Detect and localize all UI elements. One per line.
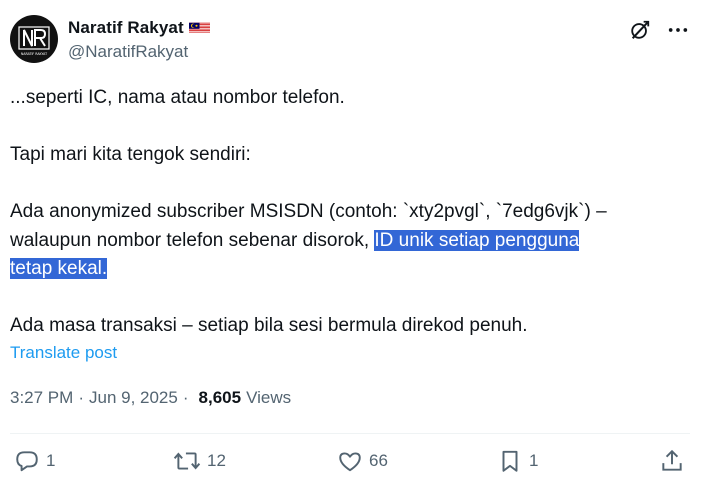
like-count: 66 [369,451,388,470]
display-name-row: Naratif Rakyat [68,17,210,39]
tweet-time[interactable]: 3:27 PM [10,388,73,408]
reply-count: 1 [46,451,56,470]
share-button[interactable] [659,445,685,477]
tweet-meta: 3:27 PM · Jun 9, 2025 · 8,605 Views [10,388,291,408]
bookmark-icon [502,450,518,472]
tweet-paragraph-4: Ada masa transaksi – setiap bila sesi be… [10,315,528,336]
meta-separator: · [78,388,84,407]
header-actions [628,18,690,42]
translate-post-link[interactable]: Translate post [10,343,117,363]
tweet: NARATIF RAKYAT Naratif Rakyat @NaratifRa… [0,0,701,486]
heart-icon [339,452,361,472]
views-count: 8,605 [198,388,242,407]
reply-button[interactable]: 1 [14,445,55,477]
selected-text-1: ID unik setiap pengguna [374,229,580,251]
more-options-icon[interactable] [666,18,690,42]
tweet-paragraph-2: Tapi mari kita tengok sendiri: [10,144,251,165]
malaysia-flag-icon [188,22,210,34]
selected-text-2: tetap kekal. [10,258,108,279]
tweet-date[interactable]: Jun 9, 2025 [89,388,178,408]
divider [10,433,690,434]
meta-separator: · [182,388,189,407]
tweet-header: NARATIF RAKYAT Naratif Rakyat @NaratifRa… [10,15,690,65]
share-icon [662,449,682,471]
reply-icon [16,451,38,472]
display-name[interactable]: Naratif Rakyat [68,18,184,38]
repost-button[interactable]: 12 [173,445,226,477]
author-names: Naratif Rakyat @NaratifRakyat [68,17,210,62]
tweet-paragraph-3: Ada anonymized subscriber MSISDN (contoh… [10,198,680,284]
bookmark-count: 1 [529,451,539,470]
bookmark-button[interactable]: 1 [497,445,538,477]
action-bar: 1 12 66 1 [0,445,701,477]
naratif-rakyat-logo-icon: NARATIF RAKYAT [18,26,50,56]
repost-icon [173,452,201,470]
handle[interactable]: @NaratifRakyat [68,42,210,62]
grok-icon[interactable] [628,18,652,42]
like-button[interactable]: 66 [337,445,388,477]
repost-count: 12 [207,451,226,470]
avatar[interactable]: NARATIF RAKYAT [10,15,58,63]
views-label: Views [246,388,292,407]
tweet-text: ...seperti IC, nama atau nombor telefon.… [10,84,680,341]
svg-text:NARATIF RAKYAT: NARATIF RAKYAT [21,52,47,56]
tweet-paragraph-1: ...seperti IC, nama atau nombor telefon. [10,87,345,108]
